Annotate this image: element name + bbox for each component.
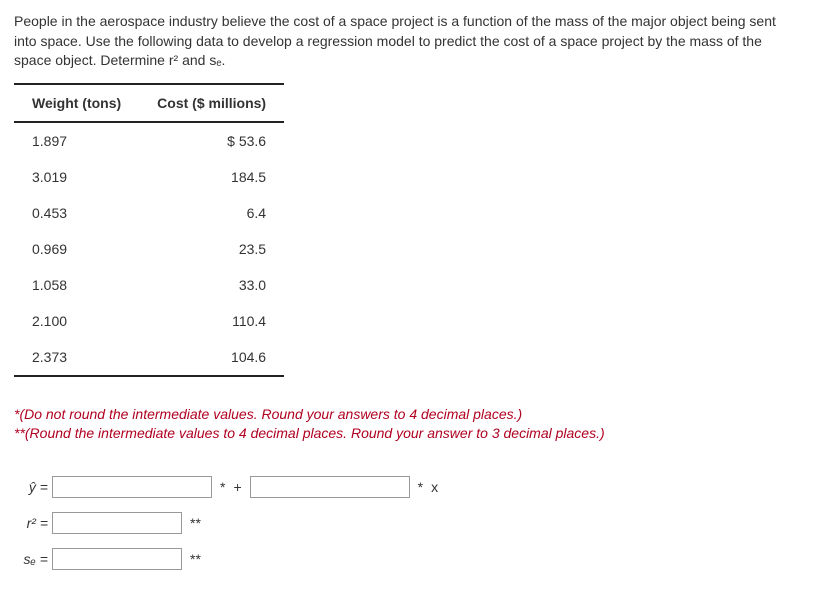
table-row: 0.96923.5 [14,231,284,267]
hint-line-2: **(Round the intermediate values to 4 de… [14,424,800,444]
answer-row-se: sₑ = ** [14,546,800,572]
answer-row-rsquared: r² = ** [14,510,800,536]
r2-asterisk: ** [190,515,201,531]
cell-weight: 1.897 [14,122,139,159]
table-row: 3.019184.5 [14,159,284,195]
cell-weight: 1.058 [14,267,139,303]
yhat-asterisk-1: * [220,479,225,495]
cell-weight: 0.453 [14,195,139,231]
data-table: Weight (tons) Cost ($ millions) 1.897$ 5… [14,83,284,377]
variable-x: x [431,479,438,495]
problem-statement: People in the aerospace industry believe… [14,12,800,71]
cell-cost: 23.5 [139,231,284,267]
se-label: sₑ = [14,551,52,567]
cell-cost: 184.5 [139,159,284,195]
r2-input[interactable] [52,512,182,534]
yhat-slope-input[interactable] [250,476,410,498]
yhat-intercept-input[interactable] [52,476,212,498]
answer-row-yhat: ŷ = * + * x [14,474,800,500]
plus-sign: + [233,479,241,495]
table-row: 0.4536.4 [14,195,284,231]
yhat-label: ŷ = [14,479,52,495]
table-header-row: Weight (tons) Cost ($ millions) [14,84,284,122]
cell-weight: 3.019 [14,159,139,195]
hint-line-1: *(Do not round the intermediate values. … [14,405,800,425]
r2-label: r² = [14,515,52,531]
table-row: 2.100110.4 [14,303,284,339]
cell-weight: 2.100 [14,303,139,339]
cell-weight: 2.373 [14,339,139,376]
problem-text: People in the aerospace industry believe… [14,13,776,68]
header-cost: Cost ($ millions) [139,84,284,122]
rounding-hints: *(Do not round the intermediate values. … [14,405,800,444]
se-asterisk: ** [190,551,201,567]
table-row: 2.373104.6 [14,339,284,376]
table-row: 1.897$ 53.6 [14,122,284,159]
cell-weight: 0.969 [14,231,139,267]
cell-cost: 33.0 [139,267,284,303]
table-row: 1.05833.0 [14,267,284,303]
header-weight: Weight (tons) [14,84,139,122]
cell-cost: 104.6 [139,339,284,376]
cell-cost: $ 53.6 [139,122,284,159]
yhat-asterisk-2: * [418,479,423,495]
cell-cost: 6.4 [139,195,284,231]
cell-cost: 110.4 [139,303,284,339]
